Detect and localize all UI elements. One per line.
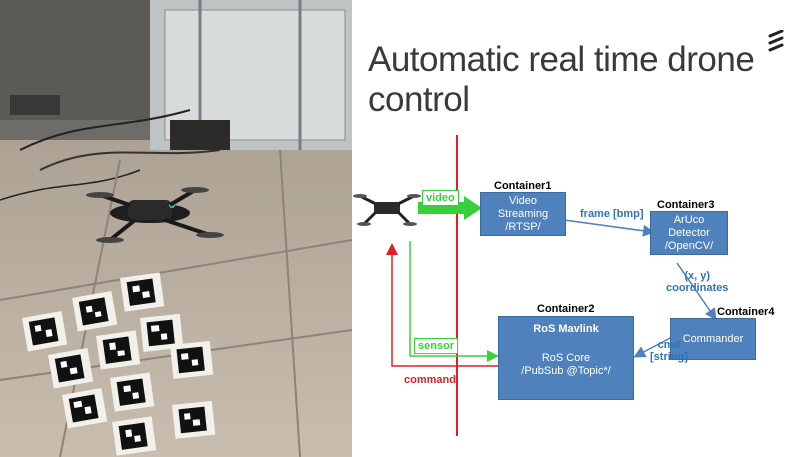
frame-arrow	[563, 219, 655, 237]
frame-label: frame [bmp]	[580, 208, 644, 220]
cmd-line2: [string]	[650, 351, 688, 363]
container1-label: Container1	[494, 180, 552, 192]
container1-line1: Video	[509, 194, 537, 207]
architecture-diagram: Container1 Video Streaming /RTSP/ Contai…	[352, 120, 798, 457]
command-label: command	[404, 374, 456, 386]
drone-icon	[353, 194, 421, 226]
sensor-label: sensor	[414, 338, 459, 354]
container1-line3: /RTSP/	[505, 220, 541, 233]
container2-label: Container2	[537, 303, 595, 315]
container1-line2: Streaming	[497, 207, 549, 220]
container4-label: Container4	[717, 306, 775, 318]
container3-label: Container3	[657, 199, 715, 211]
container3-line2: Detector	[668, 226, 710, 239]
video-label: video	[422, 190, 459, 206]
cmd-label: cmd [string]	[650, 339, 688, 363]
brand-logo-icon	[768, 30, 784, 52]
container3-line1: ArUco	[673, 213, 705, 226]
container1-box: Video Streaming /RTSP/	[480, 192, 566, 236]
drone-lab-photo	[0, 0, 352, 457]
coordinates-line1: (x, y)	[684, 270, 711, 282]
container2-heading: RoS Mavlink	[533, 323, 599, 335]
container2-line2: /PubSub @Topic*/	[521, 365, 611, 377]
diagram-connectors	[353, 135, 717, 436]
coordinates-line2: coordinates	[666, 282, 729, 294]
coordinates-label: (x, y) coordinates	[666, 270, 728, 294]
container3-box: ArUco Detector /OpenCV/	[650, 211, 728, 255]
cmd-line1: cmd	[657, 339, 681, 351]
container2-line1: RoS Core	[541, 352, 591, 364]
container2-box: RoS Mavlink RoS Core /PubSub @Topic*/	[498, 316, 634, 400]
page-title: Automatic real time drone control	[368, 40, 755, 119]
photo-illustration	[0, 0, 352, 457]
container3-line3: /OpenCV/	[664, 239, 714, 252]
